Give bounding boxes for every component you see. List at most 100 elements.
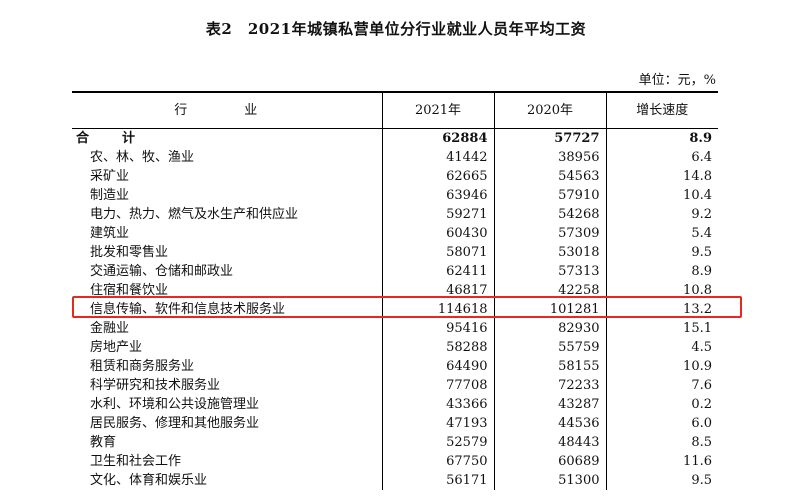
industry-name: 建筑业 <box>90 226 130 241</box>
value-2021: 47193 <box>381 414 494 433</box>
value-2020: 48443 <box>493 433 606 452</box>
unit-note: 单位：元，% <box>638 73 716 88</box>
industry-name: 农、林、牧、渔业 <box>90 150 195 165</box>
growth-rate: 9.2 <box>605 205 718 224</box>
growth-rate: 8.5 <box>605 433 718 452</box>
industry-name: 信息传输、软件和信息技术服务业 <box>90 302 286 317</box>
total-growth: 8.9 <box>605 128 718 148</box>
growth-rate: 15.1 <box>605 319 718 338</box>
value-2020: 72233 <box>493 376 606 395</box>
table-row: 批发和零售业 58071 53018 9.5 <box>72 243 718 262</box>
total-2021: 62884 <box>381 128 494 148</box>
value-2020: 55759 <box>493 338 606 357</box>
value-2020: 57309 <box>493 224 606 243</box>
industry-name: 租赁和商务服务业 <box>90 359 195 374</box>
growth-rate: 10.9 <box>605 357 718 376</box>
value-2020: 44536 <box>493 414 606 433</box>
value-2021: 59271 <box>381 205 494 224</box>
value-2021: 46817 <box>381 281 494 300</box>
value-2021: 67750 <box>381 452 494 471</box>
value-2021: 56171 <box>381 471 494 490</box>
table-row: 制造业 63946 57910 10.4 <box>72 186 718 205</box>
table-row: 教育 52579 48443 8.5 <box>72 433 718 452</box>
industry-name: 批发和零售业 <box>90 245 169 260</box>
value-2020: 53018 <box>493 243 606 262</box>
value-2020: 58155 <box>493 357 606 376</box>
value-2021: 62665 <box>381 167 494 186</box>
value-2020: 101281 <box>493 300 606 319</box>
table-row: 电力、热力、燃气及水生产和供应业 59271 54268 9.2 <box>72 205 718 224</box>
table-row: 住宿和餐饮业 46817 42258 10.8 <box>72 281 718 300</box>
growth-rate: 9.5 <box>605 243 718 262</box>
header-2021: 2021年 <box>381 91 494 129</box>
header-growth: 增长速度 <box>605 91 718 129</box>
industry-name: 教育 <box>90 435 117 450</box>
industry-name: 制造业 <box>90 188 130 203</box>
value-2021: 95416 <box>381 319 494 338</box>
table-title: 表2 2021年城镇私营单位分行业就业人员年平均工资 <box>205 20 587 38</box>
industry-name: 卫生和社会工作 <box>90 454 182 469</box>
growth-rate: 8.9 <box>605 262 718 281</box>
industry-name: 水利、环境和公共设施管理业 <box>90 397 260 412</box>
value-2020: 51300 <box>493 471 606 490</box>
value-2021: 58071 <box>381 243 494 262</box>
value-2020: 57910 <box>493 186 606 205</box>
value-2021: 77708 <box>381 376 494 395</box>
header-industry: 行 业 <box>72 91 382 129</box>
growth-rate: 4.5 <box>605 338 718 357</box>
growth-rate: 10.4 <box>605 186 718 205</box>
growth-rate: 7.6 <box>605 376 718 395</box>
value-2021: 43366 <box>381 395 494 414</box>
industry-name: 金融业 <box>90 321 130 336</box>
value-2021: 60430 <box>381 224 494 243</box>
growth-rate: 10.8 <box>605 281 718 300</box>
growth-rate: 13.2 <box>605 300 718 319</box>
growth-rate: 6.0 <box>605 414 718 433</box>
table-row: 农、林、牧、渔业 41442 38956 6.4 <box>72 148 718 167</box>
value-2020: 82930 <box>493 319 606 338</box>
value-2020: 38956 <box>493 148 606 167</box>
table-row: 卫生和社会工作 67750 60689 11.6 <box>72 452 718 471</box>
industry-name: 采矿业 <box>90 169 130 184</box>
value-2020: 54268 <box>493 205 606 224</box>
growth-rate: 5.4 <box>605 224 718 243</box>
value-2020: 60689 <box>493 452 606 471</box>
industry-name: 交通运输、仓储和邮政业 <box>90 264 234 279</box>
value-2021: 114618 <box>381 300 494 319</box>
value-2021: 64490 <box>381 357 494 376</box>
header-row: 行 业 2021年 2020年 增长速度 <box>72 91 718 129</box>
value-2020: 54563 <box>493 167 606 186</box>
value-2021: 58288 <box>381 338 494 357</box>
growth-rate: 9.5 <box>605 471 718 490</box>
industry-name: 电力、热力、燃气及水生产和供应业 <box>90 207 299 222</box>
header-2020: 2020年 <box>493 91 606 129</box>
value-2021: 41442 <box>381 148 494 167</box>
total-label: 合 计 <box>76 131 146 146</box>
total-row: 合 计 62884 57727 8.9 <box>72 128 718 148</box>
value-2021: 52579 <box>381 433 494 452</box>
wage-table: 行 业 2021年 2020年 增长速度 合 计 62884 57727 8.9… <box>72 91 718 490</box>
table-row: 采矿业 62665 54563 14.8 <box>72 167 718 186</box>
industry-name: 房地产业 <box>90 340 143 355</box>
table-row: 文化、体育和娱乐业 56171 51300 9.5 <box>72 471 718 490</box>
growth-rate: 0.2 <box>605 395 718 414</box>
table-row: 居民服务、修理和其他服务业 47193 44536 6.0 <box>72 414 718 433</box>
industry-name: 文化、体育和娱乐业 <box>90 473 208 488</box>
table-row: 信息传输、软件和信息技术服务业 114618 101281 13.2 <box>72 300 718 319</box>
value-2021: 63946 <box>381 186 494 205</box>
value-2020: 43287 <box>493 395 606 414</box>
value-2021: 62411 <box>381 262 494 281</box>
value-2020: 42258 <box>493 281 606 300</box>
total-2020: 57727 <box>493 128 606 148</box>
industry-name: 科学研究和技术服务业 <box>90 378 221 393</box>
table-row: 建筑业 60430 57309 5.4 <box>72 224 718 243</box>
table-row: 水利、环境和公共设施管理业 43366 43287 0.2 <box>72 395 718 414</box>
value-2020: 57313 <box>493 262 606 281</box>
table-row: 金融业 95416 82930 15.1 <box>72 319 718 338</box>
industry-name: 居民服务、修理和其他服务业 <box>90 416 260 431</box>
growth-rate: 6.4 <box>605 148 718 167</box>
growth-rate: 14.8 <box>605 167 718 186</box>
table-row: 租赁和商务服务业 64490 58155 10.9 <box>72 357 718 376</box>
growth-rate: 11.6 <box>605 452 718 471</box>
table-row: 交通运输、仓储和邮政业 62411 57313 8.9 <box>72 262 718 281</box>
